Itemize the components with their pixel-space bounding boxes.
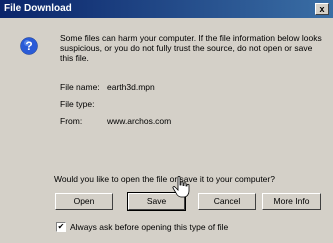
open-button[interactable]: Open	[55, 193, 113, 210]
always-ask-checkbox[interactable]: ✔	[56, 222, 66, 232]
warning-message: Some files can harm your computer. If th…	[60, 33, 322, 63]
mouse-cursor-icon	[172, 176, 190, 198]
file-name-label: File name:	[60, 82, 100, 92]
svg-text:?: ?	[25, 39, 32, 53]
file-download-dialog: File Download x ? Some files can harm yo…	[0, 0, 333, 243]
dialog-title: File Download	[4, 3, 72, 14]
question-icon: ?	[20, 37, 38, 55]
file-from-value: www.archos.com	[107, 116, 172, 126]
always-ask-label[interactable]: Always ask before opening this type of f…	[70, 222, 228, 232]
more-info-button[interactable]: More Info	[262, 193, 321, 210]
title-bar[interactable]: File Download x	[0, 0, 333, 18]
action-prompt: Would you like to open the file or save …	[54, 174, 275, 184]
cancel-button[interactable]: Cancel	[198, 193, 256, 210]
close-button[interactable]: x	[315, 3, 329, 15]
file-type-label: File type:	[60, 99, 95, 109]
file-name-value: earth3d.mpn	[107, 82, 155, 92]
file-from-label: From:	[60, 116, 83, 126]
